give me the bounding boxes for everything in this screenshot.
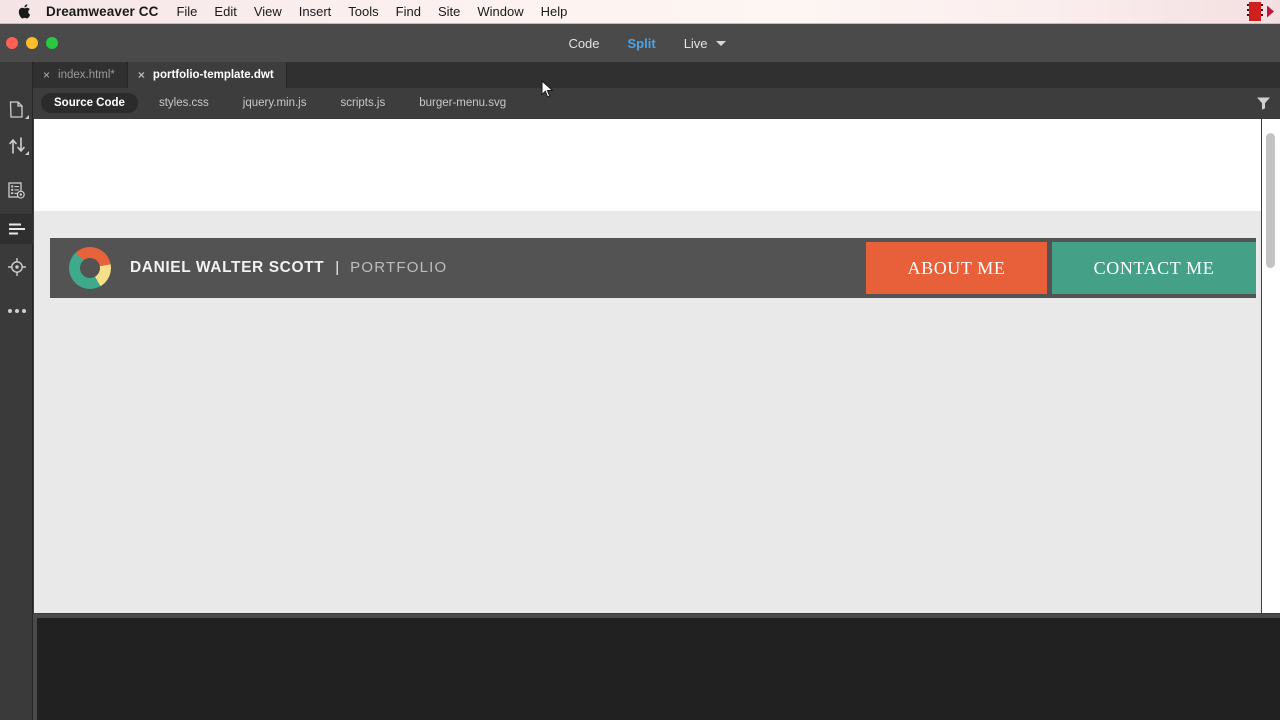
apple-logo-icon[interactable] (16, 3, 32, 21)
menu-find[interactable]: Find (396, 4, 421, 19)
menubar-status-items (1247, 2, 1274, 21)
source-tab-bar: Source Code styles.css jquery.min.js scr… (0, 88, 1280, 118)
rendered-page: DANIEL WALTER SCOTT | PORTFOLIO ABOUT ME… (34, 119, 1261, 613)
file-manager-icon[interactable] (0, 94, 33, 124)
brand-name: DANIEL WALTER SCOTT (130, 259, 325, 276)
code-editor-surface[interactable] (37, 618, 1280, 720)
portfolio-donut-logo[interactable] (69, 247, 111, 289)
menu-edit[interactable]: Edit (214, 4, 236, 19)
git-transfer-arrows-icon[interactable] (0, 130, 33, 160)
page-top-whitespace (34, 119, 1261, 211)
assets-lines-icon[interactable] (0, 214, 33, 244)
document-tab-bar: × index.html* × portfolio-template.dwt (0, 62, 1280, 88)
source-tab-styles-css[interactable]: styles.css (146, 93, 222, 113)
view-mode-split[interactable]: Split (614, 36, 670, 51)
source-tab-burger-menu-svg[interactable]: burger-menu.svg (406, 93, 519, 113)
menu-tools[interactable]: Tools (348, 4, 378, 19)
submenu-corner-marker (25, 115, 29, 119)
scrollbar-thumb[interactable] (1266, 133, 1275, 268)
mac-menu-bar: Dreamweaver CC File Edit View Insert Too… (0, 0, 1280, 24)
header-nav-buttons: ABOUT ME CONTACT ME (866, 238, 1256, 298)
chevron-down-icon[interactable] (715, 40, 726, 46)
screen-record-film-icon[interactable] (1247, 2, 1263, 21)
submenu-corner-marker (25, 151, 29, 155)
menu-window[interactable]: Window (477, 4, 523, 19)
menu-help[interactable]: Help (541, 4, 568, 19)
design-view-panel: DANIEL WALTER SCOTT | PORTFOLIO ABOUT ME… (33, 118, 1280, 614)
menu-file[interactable]: File (176, 4, 197, 19)
document-tab-portfolio-template-dwt[interactable]: × portfolio-template.dwt (127, 62, 287, 88)
tab-bar-rail-spacer (0, 62, 33, 88)
view-mode-code[interactable]: Code (554, 36, 613, 51)
more-options-ellipsis-icon[interactable] (0, 300, 33, 322)
dreamweaver-screenshot: Dreamweaver CC File Edit View Insert Too… (0, 0, 1280, 720)
filter-funnel-icon[interactable] (1250, 90, 1276, 116)
code-view-panel[interactable] (33, 614, 1280, 720)
menu-insert[interactable]: Insert (299, 4, 332, 19)
document-tab-label: portfolio-template.dwt (152, 69, 274, 81)
view-mode-live[interactable]: Live (670, 36, 714, 51)
menu-site[interactable]: Site (438, 4, 460, 19)
close-icon[interactable]: × (43, 69, 50, 81)
design-view-scrollbar[interactable] (1262, 119, 1280, 613)
menu-extra-arrow-icon[interactable] (1267, 5, 1274, 18)
target-crosshair-icon[interactable] (0, 252, 33, 282)
brand-lockup: DANIEL WALTER SCOTT | PORTFOLIO (130, 259, 447, 277)
contact-me-button[interactable]: CONTACT ME (1052, 242, 1256, 294)
view-mode-switcher: Code Split Live (0, 24, 1280, 62)
menu-view[interactable]: View (254, 4, 282, 19)
dom-inspector-icon[interactable] (0, 176, 33, 206)
document-tab-index-html[interactable]: × index.html* (33, 62, 128, 88)
source-tab-source-code[interactable]: Source Code (41, 93, 138, 113)
source-tab-scripts-js[interactable]: scripts.js (327, 93, 398, 113)
source-tab-jquery-min-js[interactable]: jquery.min.js (230, 93, 320, 113)
app-toolbar: Code Split Live (0, 24, 1280, 62)
dreamweaver-window: Code Split Live × index.html* × portfoli… (0, 24, 1280, 720)
brand-subtitle: PORTFOLIO (350, 259, 448, 276)
menubar-app-name[interactable]: Dreamweaver CC (46, 4, 158, 19)
about-me-button[interactable]: ABOUT ME (866, 242, 1047, 294)
site-header-bar: DANIEL WALTER SCOTT | PORTFOLIO ABOUT ME… (50, 238, 1256, 298)
document-tab-label: index.html* (58, 69, 115, 81)
brand-separator: | (335, 259, 340, 276)
left-tool-rail (0, 88, 33, 720)
close-icon[interactable]: × (138, 69, 145, 81)
